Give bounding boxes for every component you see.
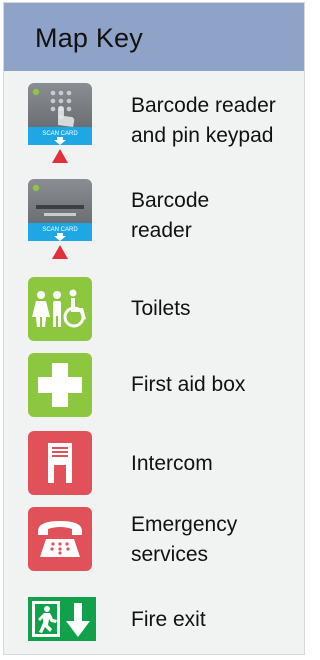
scan-card-text: SCAN CARD (42, 227, 78, 233)
scan-card-text: SCAN CARD (42, 131, 78, 137)
legend-item-emergency-services: Emergency services (4, 507, 304, 573)
legend-item-first-aid: First aid box (4, 353, 304, 417)
telephone-icon (28, 507, 92, 571)
intercom-icon (28, 431, 92, 495)
barcode-reader-icon: SCAN CARD (28, 179, 92, 259)
first-aid-icon (28, 353, 92, 417)
legend-label: First aid box (131, 373, 246, 396)
legend-label: Fire exit (131, 608, 206, 631)
map-key-panel: Map Key SCAN CARD Barcode reader and pin… (3, 2, 305, 655)
legend-item-fire-exit: Fire exit (4, 597, 304, 641)
legend-item-barcode-reader: SCAN CARD Barcode reader (4, 179, 304, 261)
legend-item-intercom: Intercom (4, 431, 304, 495)
legend-label: Barcode reader (131, 189, 210, 242)
toilets-icon (28, 277, 92, 341)
fire-exit-icon (28, 597, 96, 641)
legend-label: Barcode reader and pin keypad (131, 94, 276, 147)
map-key-title: Map Key (35, 23, 143, 53)
legend-item-toilets: Toilets (4, 277, 304, 341)
legend-label: Emergency services (131, 513, 238, 566)
legend-item-barcode-keypad: SCAN CARD Barcode reader and pin keypad (4, 83, 304, 165)
map-key-header: Map Key (4, 3, 304, 71)
legend-label: Toilets (131, 297, 191, 320)
barcode-keypad-icon: SCAN CARD (28, 83, 92, 163)
legend-label: Intercom (131, 452, 213, 475)
